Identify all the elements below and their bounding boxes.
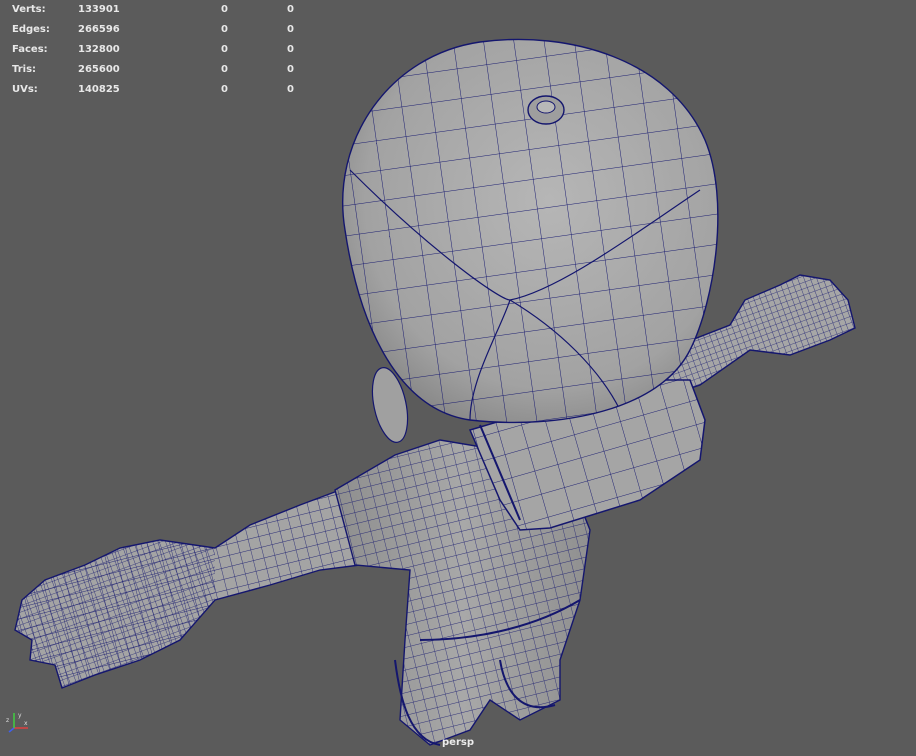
hud-selected: 0 (221, 64, 228, 75)
poly-count-hud: Verts: 133901 0 0 Edges: 266596 0 0 Face… (12, 0, 294, 100)
hud-selected: 0 (221, 44, 228, 55)
axis-x-label: x (24, 720, 28, 727)
hud-total: 140825 (78, 84, 120, 95)
axis-y-label: y (18, 712, 22, 719)
character-mesh[interactable] (0, 0, 916, 752)
view-axis-icon: y x z (6, 712, 28, 733)
hud-total: 133901 (78, 4, 120, 15)
head (342, 38, 719, 424)
hud-extra: 0 (287, 44, 294, 55)
hud-selected: 0 (221, 24, 228, 35)
hud-extra: 0 (287, 84, 294, 95)
camera-label: persp (442, 737, 474, 748)
3d-viewport[interactable] (0, 0, 916, 752)
hud-label: Tris: (12, 64, 37, 75)
hud-row-uvs: UVs: 140825 0 0 (12, 80, 294, 100)
hud-label: UVs: (12, 84, 38, 95)
hud-label: Edges: (12, 24, 50, 35)
hud-extra: 0 (287, 4, 294, 15)
hud-total: 266596 (78, 24, 120, 35)
hud-selected: 0 (221, 4, 228, 15)
hud-row-tris: Tris: 265600 0 0 (12, 60, 294, 80)
hud-total: 132800 (78, 44, 120, 55)
hud-row-verts: Verts: 133901 0 0 (12, 0, 294, 20)
hud-row-edges: Edges: 266596 0 0 (12, 20, 294, 40)
hud-total: 265600 (78, 64, 120, 75)
hud-label: Faces: (12, 44, 48, 55)
hud-extra: 0 (287, 24, 294, 35)
left-arm (14, 489, 361, 689)
hud-row-faces: Faces: 132800 0 0 (12, 40, 294, 60)
hud-extra: 0 (287, 64, 294, 75)
axis-z-label: z (6, 717, 9, 724)
hud-label: Verts: (12, 4, 46, 15)
hud-selected: 0 (221, 84, 228, 95)
